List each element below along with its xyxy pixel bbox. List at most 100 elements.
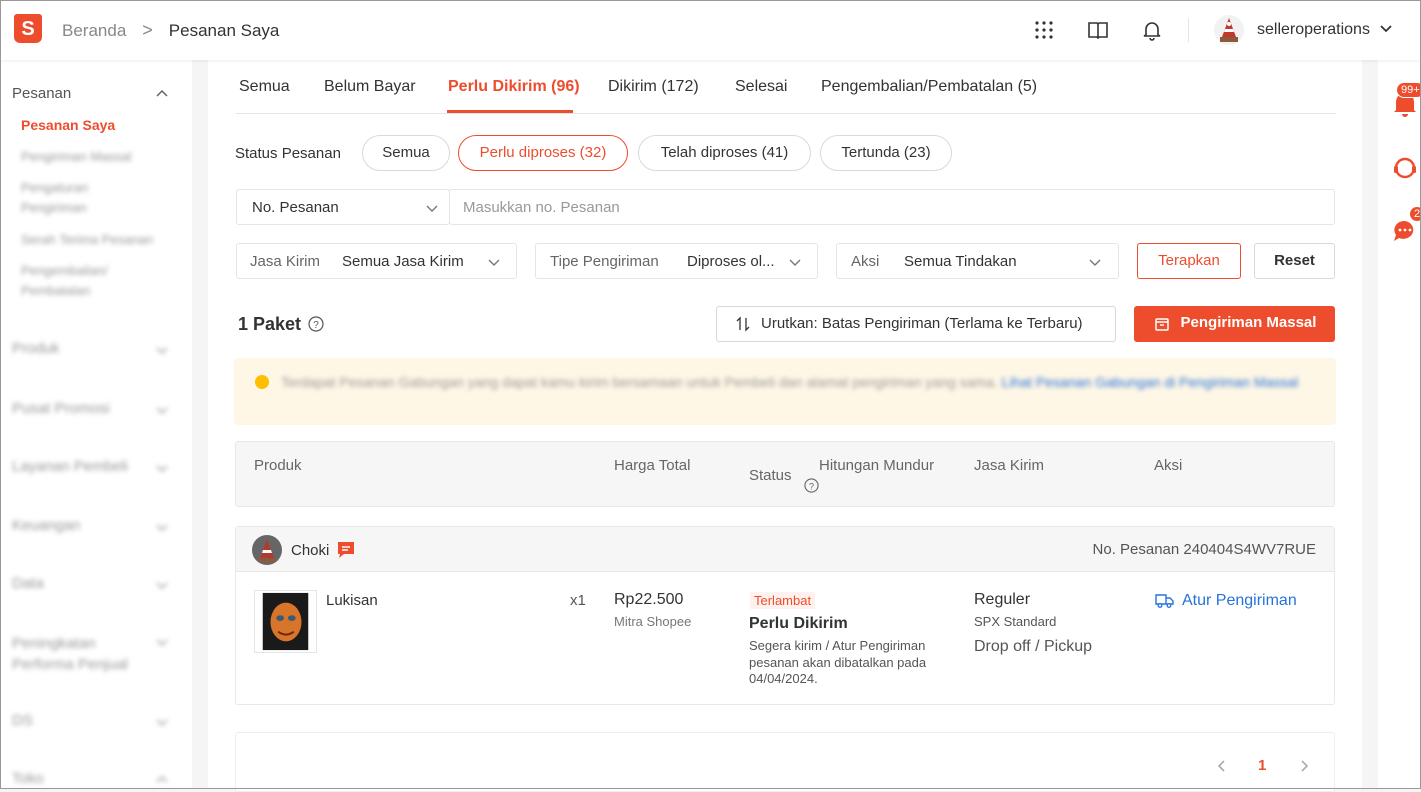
sidebar-section-data[interactable]: Data (12, 575, 44, 592)
shipping-method: Drop off / Pickup (974, 638, 1092, 655)
svg-text:?: ? (313, 320, 319, 331)
sidebar-section-pusat-promosi[interactable]: Pusat Promosi (12, 400, 110, 417)
reset-button[interactable]: Reset (1254, 243, 1335, 279)
next-page-icon[interactable] (1298, 759, 1310, 773)
breadcrumb: Beranda > Pesanan Saya (62, 20, 279, 41)
support-icon[interactable] (1392, 155, 1418, 181)
tipe-pengiriman-select[interactable]: Tipe Pengiriman Diproses ol... (535, 243, 818, 279)
status-note-line-3: 04/04/2024. (749, 671, 818, 686)
sidebar-section-layanan-pembeli[interactable]: Layanan Pembeli (12, 458, 128, 475)
chevron-down-icon[interactable] (156, 579, 168, 591)
tab-pengembalian[interactable]: Pengembalian/Pembatalan (5) (821, 78, 1037, 96)
sidebar-section-keuangan[interactable]: Keuangan (12, 517, 80, 534)
search-input[interactable]: Masukkan no. Pesanan (449, 189, 1335, 225)
sidebar-section-peningkatan-performa[interactable]: Peningkatan Performa Penjual (12, 633, 142, 675)
package-count: 1 Paket (238, 314, 302, 334)
product-quantity: x1 (570, 592, 586, 609)
status-note-line-2: pesanan akan dibatalkan pada (749, 655, 927, 670)
product-name[interactable]: Lukisan (326, 592, 378, 609)
svg-text:?: ? (809, 481, 814, 491)
order-card-header: Choki No. Pesanan 240404S4WV7RUE (236, 527, 1334, 572)
search-placeholder: Masukkan no. Pesanan (463, 199, 620, 216)
header-divider (1188, 18, 1189, 42)
jasa-kirim-value: Semua Jasa Kirim (342, 253, 464, 270)
product-thumbnail[interactable] (254, 590, 317, 653)
status-filter-label: Status Pesanan (235, 145, 341, 162)
sidebar-section-ds[interactable]: DS (12, 712, 33, 729)
chevron-down-icon[interactable] (1379, 24, 1393, 34)
col-jasa-kirim: Jasa Kirim (974, 457, 1045, 474)
book-icon[interactable] (1086, 18, 1110, 42)
chevron-down-icon[interactable] (156, 636, 168, 648)
sidebar-item-pengiriman-massal[interactable]: Pengiriman Massal (21, 147, 132, 167)
help-icon[interactable]: ? (308, 316, 324, 332)
chevron-up-icon[interactable] (156, 774, 168, 786)
tab-semua[interactable]: Semua (239, 78, 290, 96)
chevron-down-icon[interactable] (156, 521, 168, 533)
col-hitungan-mundur: Hitungan Mundur (819, 457, 935, 474)
notification-badge: 99+ (1396, 82, 1421, 98)
sort-button[interactable]: Urutkan: Batas Pengiriman (Terlama ke Te… (716, 306, 1116, 342)
tipe-pengiriman-value: Diproses ol... (687, 253, 775, 270)
tab-selesai[interactable]: Selesai (735, 78, 787, 96)
banner-link[interactable]: Lihat Pesanan Gabungan di Pengiriman Mas… (1002, 374, 1299, 390)
chat-icon[interactable] (1392, 218, 1418, 244)
breadcrumb-home[interactable]: Beranda (62, 21, 126, 41)
aksi-select[interactable]: Aksi Semua Tindakan (836, 243, 1119, 279)
col-harga-total: Harga Total (614, 457, 691, 474)
chevron-down-icon[interactable] (156, 404, 168, 416)
prev-page-icon[interactable] (1216, 759, 1228, 773)
jasa-kirim-select[interactable]: Jasa Kirim Semua Jasa Kirim (236, 243, 517, 279)
chevron-down-icon[interactable] (156, 716, 168, 728)
search-field-value: No. Pesanan (252, 199, 339, 216)
sort-label: Urutkan: Batas Pengiriman (Terlama ke Te… (761, 315, 1083, 332)
col-aksi: Aksi (1154, 457, 1183, 474)
pill-tertunda[interactable]: Tertunda (23) (820, 135, 952, 171)
search-field-select[interactable]: No. Pesanan (236, 189, 450, 225)
shopee-logo[interactable]: S (14, 14, 42, 43)
order-tabs: Semua Belum Bayar Perlu Dikirim (96) Dik… (236, 62, 1336, 114)
pill-semua[interactable]: Semua (362, 135, 450, 171)
chevron-up-icon[interactable] (156, 88, 168, 100)
col-status: Status (749, 467, 792, 484)
sidebar-item-pengembalian[interactable]: Pengembalian/ Pembatalan (21, 261, 131, 301)
sort-icon (736, 316, 750, 332)
sidebar-section-pesanan[interactable]: Pesanan (12, 85, 71, 102)
chat-icon[interactable] (336, 540, 356, 560)
apps-grid-icon[interactable] (1032, 18, 1056, 42)
buyer-avatar[interactable] (252, 535, 282, 565)
sidebar (0, 60, 192, 789)
sidebar-section-produk[interactable]: Produk (12, 340, 60, 357)
pill-telah-diproses[interactable]: Telah diproses (41) (638, 135, 811, 171)
total-price: Rp22.500 (614, 591, 684, 608)
page-current[interactable]: 1 (1258, 757, 1266, 774)
bell-icon[interactable] (1140, 18, 1164, 42)
chevron-down-icon[interactable] (156, 344, 168, 356)
username[interactable]: selleroperations (1257, 21, 1370, 39)
truck-icon[interactable] (1155, 593, 1174, 609)
tab-perlu-dikirim[interactable]: Perlu Dikirim (96) (448, 78, 580, 96)
sidebar-item-pengaturan-pengiriman[interactable]: Pengaturan Pengiriman (21, 178, 131, 218)
tab-dikirim[interactable]: Dikirim (172) (608, 78, 699, 96)
sidebar-section-toko[interactable]: Toko (12, 770, 44, 787)
col-produk: Produk (254, 457, 302, 474)
buyer-name[interactable]: Choki (291, 542, 329, 559)
shipping-courier: SPX Standard (974, 614, 1057, 629)
apply-button[interactable]: Terapkan (1137, 243, 1241, 279)
pill-perlu-diproses[interactable]: Perlu diproses (32) (458, 135, 628, 171)
breadcrumb-current: Pesanan Saya (168, 20, 280, 40)
chevron-down-icon (426, 205, 438, 212)
tab-belum-bayar[interactable]: Belum Bayar (324, 78, 416, 96)
table-header: Produk Harga Total Status Hitungan Mundu… (235, 441, 1335, 507)
sidebar-item-serah-terima[interactable]: Serah Terima Pesanan (21, 230, 153, 250)
avatar[interactable] (1214, 15, 1244, 45)
mass-ship-label: Pengiriman Massal (1180, 314, 1317, 331)
chevron-down-icon (1089, 259, 1101, 266)
help-icon[interactable]: ? (804, 478, 819, 493)
top-bar: S Beranda > Pesanan Saya selleroperation… (0, 0, 1421, 60)
sidebar-item-pesanan-saya[interactable]: Pesanan Saya (21, 117, 115, 133)
order-card: Choki No. Pesanan 240404S4WV7RUE Lukisan… (235, 526, 1335, 705)
banner-text: Terdapat Pesanan Gabungan yang dapat kam… (281, 374, 998, 390)
chevron-down-icon[interactable] (156, 462, 168, 474)
arrange-shipment-link[interactable]: Atur Pengiriman (1182, 592, 1297, 610)
